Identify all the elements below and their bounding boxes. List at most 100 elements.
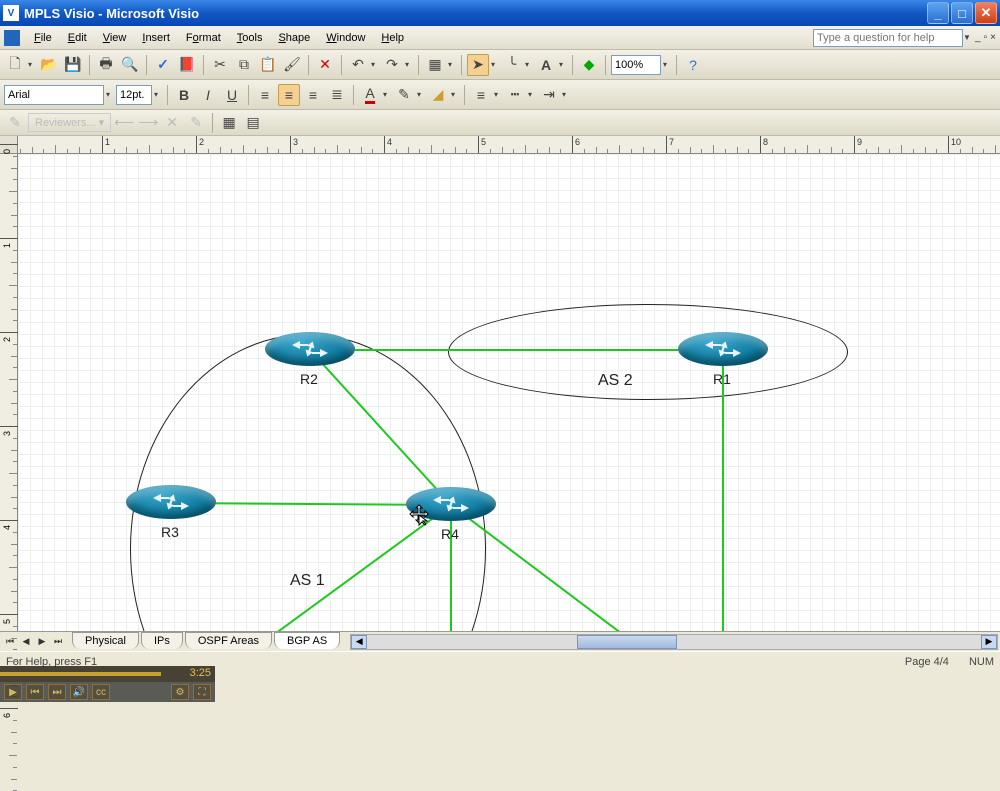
menu-window[interactable]: Window bbox=[318, 29, 373, 47]
line-pattern-button[interactable]: ┅ bbox=[504, 84, 526, 106]
vertical-ruler[interactable]: 0123456 bbox=[0, 154, 18, 631]
link-r4-r6[interactable] bbox=[450, 505, 452, 631]
text-dropdown-icon[interactable]: ▾ bbox=[559, 60, 567, 69]
menu-view[interactable]: View bbox=[95, 29, 135, 47]
align-center-button[interactable]: ≡ bbox=[278, 84, 300, 106]
text-tool-button[interactable]: A bbox=[535, 54, 557, 76]
router-r1[interactable] bbox=[678, 332, 768, 366]
media-fullscreen-button[interactable]: ⛶ bbox=[193, 684, 211, 700]
undo-button[interactable]: ↶ bbox=[347, 54, 369, 76]
page-tab-ospf-areas[interactable]: OSPF Areas bbox=[185, 632, 272, 649]
lineweight-dropdown-icon[interactable]: ▾ bbox=[494, 90, 502, 99]
link-r4-r7[interactable] bbox=[450, 504, 723, 631]
menu-file[interactable]: File bbox=[26, 29, 60, 47]
font-combo[interactable]: Arial bbox=[4, 85, 104, 105]
undo-dropdown-icon[interactable]: ▾ bbox=[371, 60, 379, 69]
scroll-thumb[interactable] bbox=[577, 635, 677, 649]
delete-comment-button[interactable]: ✕ bbox=[161, 112, 183, 134]
lineends-dropdown-icon[interactable]: ▾ bbox=[562, 90, 570, 99]
format-painter-button[interactable]: 🖌 bbox=[281, 54, 303, 76]
reviewers-dropdown[interactable]: Reviewers... ▾ bbox=[28, 113, 111, 132]
align-right-button[interactable]: ≡ bbox=[302, 84, 324, 106]
doc-minimize-button[interactable]: _ bbox=[975, 32, 981, 43]
track-markup-button[interactable]: ▦ bbox=[218, 112, 240, 134]
print-preview-button[interactable]: 🔍 bbox=[119, 54, 141, 76]
help-button[interactable]: ? bbox=[682, 54, 704, 76]
shapes-window-button[interactable]: ▦ bbox=[424, 54, 446, 76]
linecolor-dropdown-icon[interactable]: ▾ bbox=[417, 90, 425, 99]
redo-button[interactable]: ↷ bbox=[381, 54, 403, 76]
minimize-button[interactable]: _ bbox=[927, 2, 949, 24]
link-r1-r7[interactable] bbox=[722, 350, 724, 631]
menu-shape[interactable]: Shape bbox=[270, 29, 318, 47]
horizontal-scrollbar[interactable]: ◀ ▶ bbox=[350, 634, 998, 650]
page-tab-bgp-as[interactable]: BGP AS bbox=[274, 632, 340, 649]
media-settings-button[interactable]: ⚙ bbox=[171, 684, 189, 700]
media-next-button[interactable]: ⏭ bbox=[48, 684, 66, 700]
align-justify-button[interactable]: ≣ bbox=[326, 84, 348, 106]
help-dropdown-icon[interactable]: ▼ bbox=[963, 33, 971, 42]
fontsize-combo[interactable]: 12pt. bbox=[116, 85, 152, 105]
font-dropdown-icon[interactable]: ▾ bbox=[106, 90, 114, 99]
italic-button[interactable]: I bbox=[197, 84, 219, 106]
open-button[interactable]: 📂 bbox=[38, 54, 60, 76]
connector-dropdown-icon[interactable]: ▾ bbox=[525, 60, 533, 69]
new-dropdown-icon[interactable]: ▾ bbox=[28, 60, 36, 69]
menu-format[interactable]: Format bbox=[178, 29, 229, 47]
router-r4[interactable] bbox=[406, 487, 496, 521]
next-comment-button[interactable]: ⟶ bbox=[137, 112, 159, 134]
align-left-button[interactable]: ≡ bbox=[254, 84, 276, 106]
ink-button[interactable]: ✎ bbox=[185, 112, 207, 134]
page-tab-physical[interactable]: Physical bbox=[72, 632, 139, 649]
delete-button[interactable]: ✕ bbox=[314, 54, 336, 76]
print-button[interactable]: 🖶 bbox=[95, 54, 117, 76]
router-r3[interactable] bbox=[126, 485, 216, 519]
scroll-right-button[interactable]: ▶ bbox=[981, 635, 997, 649]
close-button[interactable]: ✕ bbox=[975, 2, 997, 24]
linepattern-dropdown-icon[interactable]: ▾ bbox=[528, 90, 536, 99]
fill-color-button[interactable]: ◢ bbox=[427, 84, 449, 106]
menu-tools[interactable]: Tools bbox=[229, 29, 271, 47]
media-cc-button[interactable]: cc bbox=[92, 684, 110, 700]
menu-edit[interactable]: Edit bbox=[60, 29, 95, 47]
pointer-tool-button[interactable]: ➤ bbox=[467, 54, 489, 76]
fontsize-dropdown-icon[interactable]: ▾ bbox=[154, 90, 162, 99]
media-play-button[interactable]: ▶ bbox=[4, 684, 22, 700]
menu-insert[interactable]: Insert bbox=[134, 29, 178, 47]
reviewing-pane-button[interactable]: ▤ bbox=[242, 112, 264, 134]
connector-tool-button[interactable]: ╰ bbox=[501, 54, 523, 76]
scroll-left-button[interactable]: ◀ bbox=[351, 635, 367, 649]
drawing-canvas[interactable]: AS 1AS 2AS 3R1R2R3R4R5R6R7 bbox=[18, 154, 1000, 631]
prev-page-button[interactable]: ◀ bbox=[18, 634, 34, 650]
as-boundary-as2[interactable] bbox=[448, 304, 848, 400]
first-page-button[interactable]: ⏮ bbox=[2, 634, 18, 650]
redo-dropdown-icon[interactable]: ▾ bbox=[405, 60, 413, 69]
pointer-dropdown-icon[interactable]: ▾ bbox=[491, 60, 499, 69]
line-weight-button[interactable]: ≡ bbox=[470, 84, 492, 106]
line-ends-button[interactable]: ⇥ bbox=[538, 84, 560, 106]
link-r2-r1[interactable] bbox=[310, 349, 723, 351]
research-button[interactable]: 📕 bbox=[176, 54, 198, 76]
maximize-button[interactable]: □ bbox=[951, 2, 973, 24]
media-timeline[interactable]: 3:25 bbox=[0, 666, 215, 682]
line-color-button[interactable]: ✎ bbox=[393, 84, 415, 106]
paste-button[interactable]: 📋 bbox=[257, 54, 279, 76]
prev-comment-button[interactable]: ⟵ bbox=[113, 112, 135, 134]
copy-button[interactable]: ⧉ bbox=[233, 54, 255, 76]
font-color-button[interactable]: A bbox=[359, 84, 381, 106]
fillcolor-dropdown-icon[interactable]: ▾ bbox=[451, 90, 459, 99]
bold-button[interactable]: B bbox=[173, 84, 195, 106]
zoom-dropdown-icon[interactable]: ▾ bbox=[663, 60, 671, 69]
horizontal-ruler[interactable]: 01234567891011 bbox=[18, 136, 1000, 154]
doc-restore-button[interactable]: ▫ bbox=[984, 32, 988, 43]
fontcolor-dropdown-icon[interactable]: ▾ bbox=[383, 90, 391, 99]
cut-button[interactable]: ✂ bbox=[209, 54, 231, 76]
help-search-input[interactable] bbox=[813, 29, 963, 47]
last-page-button[interactable]: ⏭ bbox=[50, 634, 66, 650]
spelling-button[interactable]: ✓ bbox=[152, 54, 174, 76]
save-button[interactable]: 💾 bbox=[62, 54, 84, 76]
underline-button[interactable]: U bbox=[221, 84, 243, 106]
new-button[interactable]: 🗋 bbox=[4, 54, 26, 76]
next-page-button[interactable]: ▶ bbox=[34, 634, 50, 650]
insert-comment-button[interactable]: ✎ bbox=[4, 112, 26, 134]
